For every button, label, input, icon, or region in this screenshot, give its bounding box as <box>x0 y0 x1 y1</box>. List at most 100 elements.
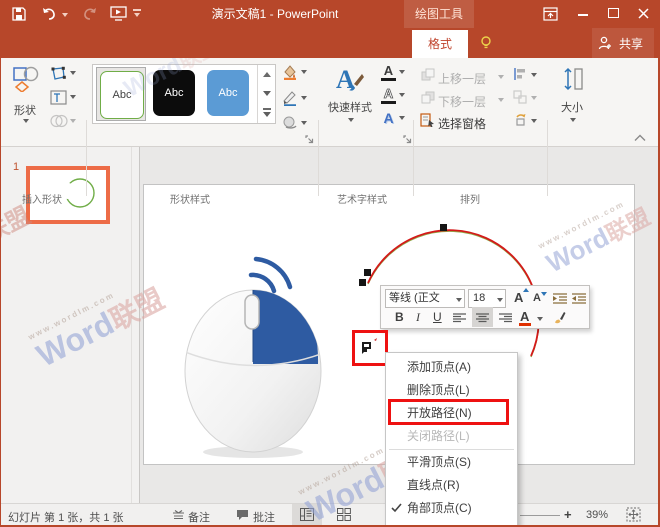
wordart-dialog-launcher-icon[interactable] <box>403 135 412 144</box>
share-person-icon <box>598 36 612 50</box>
maximize-button[interactable] <box>608 8 619 18</box>
align-right-icon[interactable] <box>499 313 512 323</box>
shape-outline-dropdown-icon[interactable] <box>301 96 307 103</box>
slide-sorter-view-button[interactable] <box>330 504 358 525</box>
vertex-context-menu: 添加顶点(A) 删除顶点(L) 开放路径(N) 关闭路径(L) 平滑顶点(S) … <box>385 352 518 527</box>
ribbon-display-options-icon[interactable] <box>543 7 558 21</box>
start-slideshow-icon[interactable] <box>110 6 127 21</box>
insert-shapes-group-label: 插入形状 <box>8 191 76 206</box>
text-outline-icon[interactable]: A <box>381 87 396 104</box>
qat-customize-arrow-icon[interactable] <box>134 13 140 20</box>
text-effects-icon[interactable]: A <box>381 110 396 126</box>
zoom-in-button[interactable]: + <box>564 507 572 522</box>
size-button[interactable]: 大小 <box>552 62 592 126</box>
font-name-select[interactable]: 等线 (正文 <box>385 289 465 308</box>
text-box-icon[interactable] <box>50 90 67 105</box>
font-size-select[interactable]: 18 <box>468 289 506 308</box>
quick-styles-button[interactable]: A 快速样式 <box>326 62 374 126</box>
text-box-dropdown-icon[interactable] <box>70 95 76 102</box>
tellme-lightbulb-icon <box>480 36 492 50</box>
open-path-annotation-box <box>388 399 509 425</box>
italic-button[interactable]: I <box>416 310 420 325</box>
normal-view-button[interactable] <box>292 504 322 525</box>
align-dropdown-icon[interactable] <box>531 73 537 80</box>
font-size-dropdown-icon[interactable] <box>497 298 503 305</box>
comments-button[interactable]: 批注 <box>253 509 275 525</box>
send-backward-button: 下移一层 <box>438 93 486 110</box>
qat-customize-icon[interactable] <box>133 9 141 11</box>
bold-button[interactable]: B <box>395 310 404 324</box>
undo-icon[interactable] <box>42 7 57 21</box>
collapse-ribbon-icon[interactable] <box>634 134 646 142</box>
quick-styles-label: 快速样式 <box>324 99 376 115</box>
font-name-dropdown-icon[interactable] <box>456 298 462 305</box>
save-icon[interactable] <box>12 7 26 21</box>
align-left-icon[interactable] <box>453 313 466 323</box>
text-fill-letter: A <box>384 63 393 78</box>
shrink-font-button[interactable]: A <box>533 292 541 304</box>
fit-to-window-icon[interactable] <box>626 507 641 522</box>
text-fill-icon[interactable]: A <box>381 64 396 81</box>
arrange-group-label: 排列 <box>445 191 495 206</box>
share-button[interactable]: 共享 <box>612 30 650 58</box>
merge-shapes-dropdown-icon <box>70 119 76 126</box>
shape-effects-icon[interactable] <box>282 116 298 130</box>
edit-shape-icon[interactable] <box>50 66 67 81</box>
selection-pane-button[interactable]: 选择窗格 <box>438 115 486 132</box>
bring-forward-button: 上移一层 <box>438 70 486 87</box>
font-color-dropdown-icon[interactable] <box>537 317 543 324</box>
gallery-more-bar[interactable] <box>263 108 271 110</box>
grow-font-button[interactable]: A <box>514 290 523 305</box>
text-effects-dropdown-icon[interactable] <box>399 116 405 123</box>
shape-style-preset-3[interactable]: Abc <box>204 67 254 121</box>
shapes-button-label: 形状 <box>4 102 46 118</box>
shape-style-preset-1[interactable]: Abc <box>96 67 146 121</box>
menu-separator <box>389 449 514 450</box>
menu-item-smooth-point[interactable]: 平滑顶点(S) <box>386 451 517 474</box>
font-color-button[interactable]: A <box>520 309 529 324</box>
menu-item-add-vertex[interactable]: 添加顶点(A) <box>386 356 517 379</box>
window-border-left <box>0 28 1 527</box>
minimize-button[interactable] <box>578 14 588 16</box>
vertex-edit-cursor-icon <box>360 338 378 356</box>
format-painter-icon[interactable] <box>550 309 566 325</box>
merge-shapes-icon <box>50 114 68 128</box>
check-icon <box>391 503 402 513</box>
shape-outline-icon[interactable] <box>282 90 298 106</box>
zoom-level[interactable]: 39% <box>586 509 608 521</box>
shape-fill-icon[interactable] <box>282 64 298 80</box>
increase-indent-icon[interactable] <box>572 293 586 304</box>
rotate-dropdown-icon[interactable] <box>531 119 537 126</box>
text-outline-letter: A <box>384 86 393 101</box>
grow-font-arrow-icon <box>523 288 529 292</box>
redo-icon <box>82 7 97 21</box>
rotate-objects-icon[interactable] <box>513 113 527 127</box>
gallery-down-icon[interactable] <box>263 91 271 100</box>
shape-fill-dropdown-icon[interactable] <box>301 70 307 77</box>
selection-pane-icon[interactable] <box>420 113 435 127</box>
undo-dropdown-icon[interactable] <box>62 13 68 20</box>
menu-item-straight-point[interactable]: 直线点(R) <box>386 474 517 497</box>
size-icon <box>562 66 584 92</box>
align-center-icon[interactable] <box>476 313 489 323</box>
shape-effects-dropdown-icon[interactable] <box>301 121 307 128</box>
notes-button[interactable]: 备注 <box>188 509 210 525</box>
shape-style-preset-2[interactable]: Abc <box>150 67 200 121</box>
zoom-slider[interactable] <box>520 515 560 516</box>
gallery-more-icon[interactable] <box>263 112 271 121</box>
text-effects-letter: A <box>383 110 393 126</box>
text-fill-dropdown-icon[interactable] <box>399 70 405 77</box>
menu-item-corner-point[interactable]: 角部顶点(C) <box>386 497 517 520</box>
edit-shape-dropdown-icon[interactable] <box>70 71 76 78</box>
shapes-button[interactable]: 形状 <box>4 62 46 126</box>
decrease-indent-icon[interactable] <box>553 293 567 304</box>
text-outline-dropdown-icon[interactable] <box>399 93 405 100</box>
shape-styles-dialog-launcher-icon[interactable] <box>305 135 314 144</box>
menu-item-close-path: 关闭路径(L) <box>386 425 517 448</box>
bring-forward-icon <box>421 68 435 81</box>
close-button[interactable] <box>638 8 649 19</box>
tab-format[interactable]: 格式 <box>412 30 468 58</box>
align-objects-icon[interactable] <box>513 67 527 81</box>
underline-button[interactable]: U <box>433 310 442 324</box>
gallery-up-icon[interactable] <box>263 72 271 77</box>
